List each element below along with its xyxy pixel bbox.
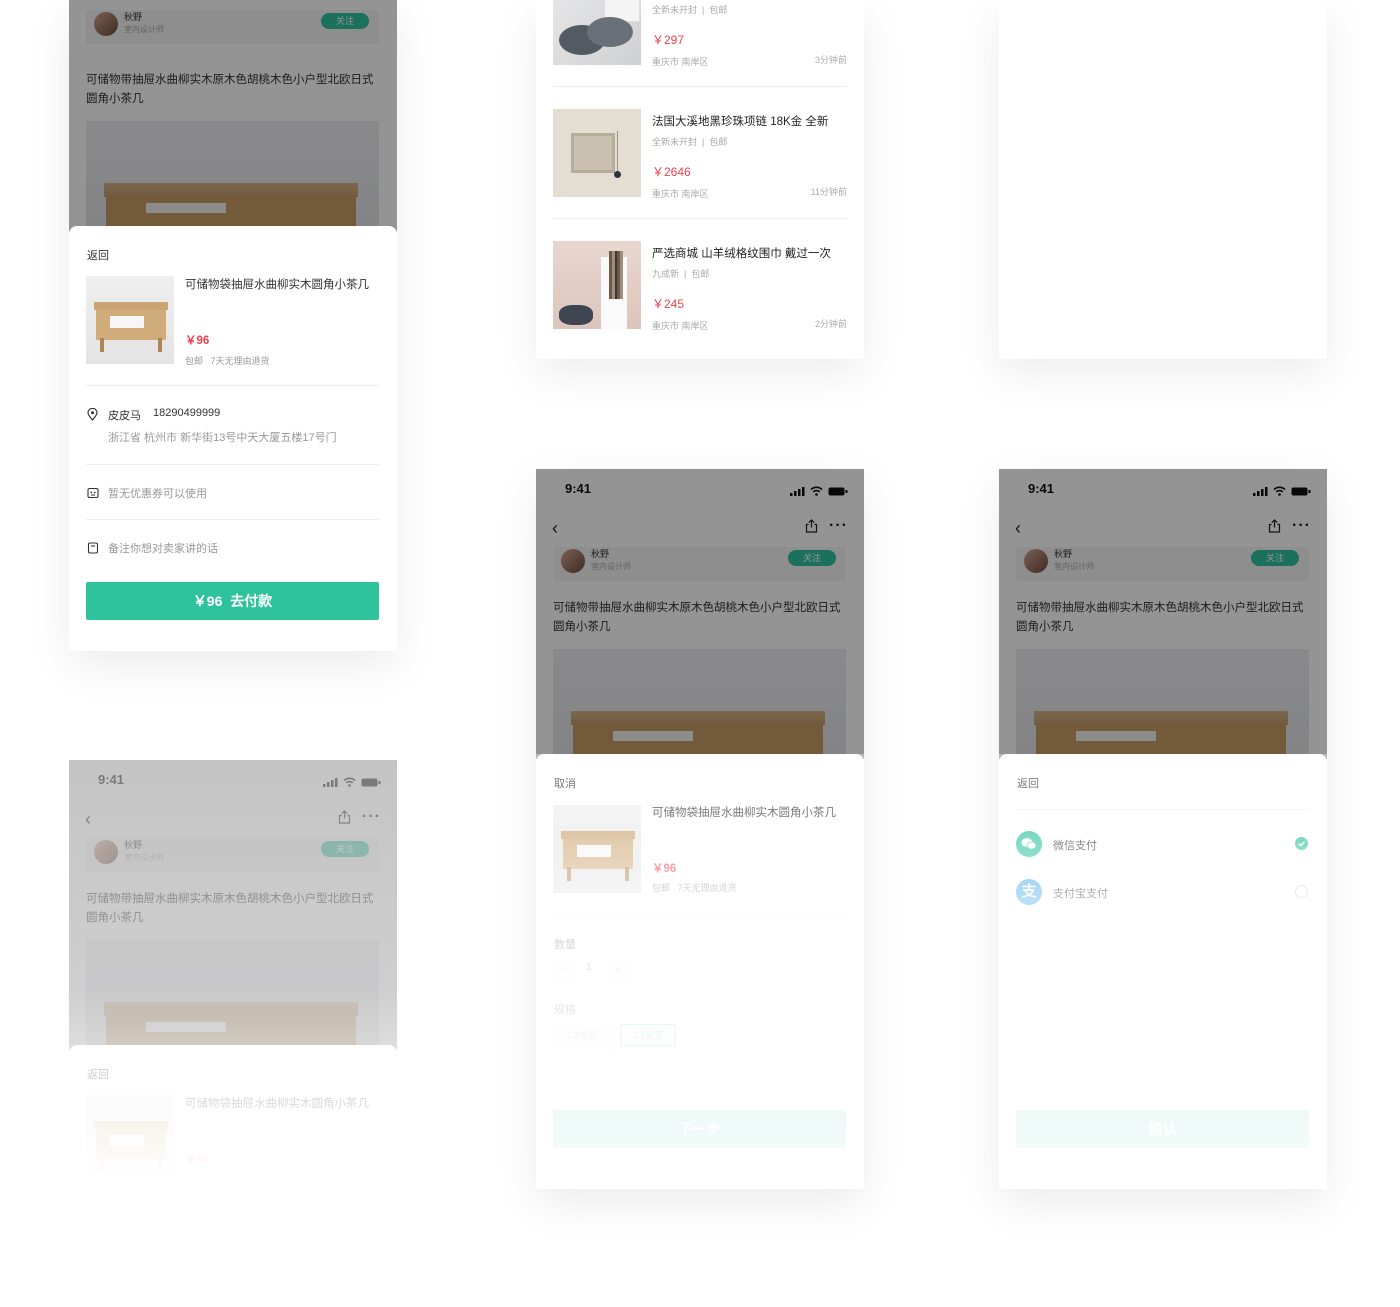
item-title: 法国大溪地黑珍珠项链 18K金 全新 [652,116,829,128]
pay-button[interactable]: ￥96 去付款 [86,582,379,620]
item-price: ￥245 [652,297,685,311]
scarf-image [553,241,641,329]
product-price: ￥96 [652,863,677,875]
wechat-icon [1016,831,1042,857]
blank-screen [999,0,1327,359]
product-thumbnail [86,276,174,364]
recipient-address[interactable]: 浙江省 杭州市 新华街13号中天大厦五楼17号门 [108,429,337,445]
recipient-phone: 18290499999 [153,407,221,419]
note-field[interactable]: 备注你想对卖家讲的话 [108,540,218,556]
back-button[interactable]: 返回 [87,247,109,263]
item-location: 重庆市 南岸区 [652,57,709,67]
product-short-title: 可储物袋抽屉水曲柳实木圆角小茶几 [185,1098,369,1110]
spec-select-screen: 9:41 ‹ ··· 秋野 室内设计师 关注 可储物带抽屉水曲柳实木原木色胡桃木… [536,469,864,1189]
item-location: 重庆市 南岸区 [652,189,709,199]
alipay-option[interactable]: 支 支付宝支付 [1016,879,1310,907]
location-icon [87,407,98,426]
item-condition: 九成新 | 包邮 [652,269,710,279]
coupon-text[interactable]: 暂无优惠券可以使用 [108,485,207,501]
item-price: ￥297 [652,33,685,47]
item-title: 严选商城 山羊绒格纹围巾 戴过一次 [652,248,831,260]
item-price: ￥2646 [652,165,691,179]
order-confirm-screen: 秋野 室内设计师 关注 可储物带抽屉水曲柳实木原木色胡桃木色小户型北欧日式圆角小… [69,0,397,651]
item-condition: 全新未开封 | 包邮 [652,137,728,147]
next-button[interactable]: 下一步 [553,1110,846,1148]
wechat-pay-label: 微信支付 [1053,840,1097,852]
cancel-button[interactable]: 取消 [554,775,576,791]
alipay-label: 支付宝支付 [1053,888,1108,900]
item-time: 2分钟前 [814,319,847,329]
back-button[interactable]: 返回 [1017,775,1039,791]
recipient-name: 皮皮马 [108,410,141,422]
selected-check-icon [1295,837,1308,850]
item-time: 11分钟前 [810,187,847,197]
product-thumbnail [553,805,641,893]
list-item[interactable]: 严选商城 山羊绒格纹围巾 戴过一次 九成新 | 包邮 ￥245 重庆市 南岸区 … [553,241,847,331]
back-button[interactable]: 返回 [87,1066,109,1082]
wechat-pay-option[interactable]: 微信支付 [1016,831,1310,859]
quantity-value[interactable]: 1 [586,962,592,973]
confirm-button[interactable]: 确认 [1016,1110,1309,1148]
faded-detail-screen: 9:41 ‹ ··· 秋野 室内设计师 关注 可储物带抽屉水曲柳实木原木色胡桃木… [69,760,397,1180]
product-short-title: 可储物袋抽屉水曲柳实木圆角小茶几 [185,279,369,291]
quantity-plus-button[interactable]: + [607,959,629,979]
product-price: ￥96 [185,1154,210,1166]
payment-sheet: 返回 微信支付 支 支付宝支付 确认 [999,754,1327,1189]
alipay-icon: 支 [1016,879,1042,905]
order-sheet: 返回 可储物袋抽屉水曲柳实木圆角小茶几 ￥96 [69,1045,397,1180]
spec-option[interactable]: 1.8米宽 [554,1024,610,1046]
necklace-image [553,109,641,197]
overlay[interactable] [999,469,1327,759]
item-location: 重庆市 南岸区 [652,321,709,331]
quantity-label: 数量 [554,939,576,951]
spec-option-selected[interactable]: 1.4米宽 [620,1024,676,1046]
coupon-icon [87,486,99,504]
list-item[interactable]: 全新未开封 | 包邮 ￥297 重庆市 南岸区 3分钟前 [553,0,847,67]
listing-screen: 全新未开封 | 包邮 ￥297 重庆市 南岸区 3分钟前 法国大溪地黑珍珠项链 … [536,0,864,359]
slippers-image [553,0,641,65]
product-short-title: 可储物袋抽屉水曲柳实木圆角小茶几 [652,807,836,819]
unselected-radio-icon [1295,885,1308,898]
item-condition: 全新未开封 | 包邮 [652,5,728,15]
quantity-minus-button[interactable]: − [554,959,576,979]
note-icon [87,541,99,559]
product-thumbnail [86,1095,174,1180]
list-item[interactable]: 法国大溪地黑珍珠项链 18K金 全新 全新未开封 | 包邮 ￥2646 重庆市 … [553,109,847,199]
payment-method-screen: 9:41 ‹ ··· 秋野 室内设计师 关注 可储物带抽屉水曲柳实木原木色胡桃木… [999,469,1327,1189]
overlay[interactable] [69,0,397,232]
item-time: 3分钟前 [814,55,847,65]
overlay[interactable] [536,469,864,759]
product-price: ￥96 [185,335,210,347]
spec-sheet: 取消 可储物袋抽屉水曲柳实木圆角小茶几 ￥96 包邮 7天无理由退货 数量 − … [536,754,864,1189]
product-tags: 包邮 7天无理由退货 [652,883,737,893]
spec-label: 规格 [554,1004,576,1016]
overlay[interactable] [69,760,397,1050]
product-tags: 包邮 7天无理由退货 [185,356,270,366]
order-sheet: 返回 可储物袋抽屉水曲柳实木圆角小茶几 ￥96 包邮 7天无理由退货 皮皮马 1… [69,226,397,651]
